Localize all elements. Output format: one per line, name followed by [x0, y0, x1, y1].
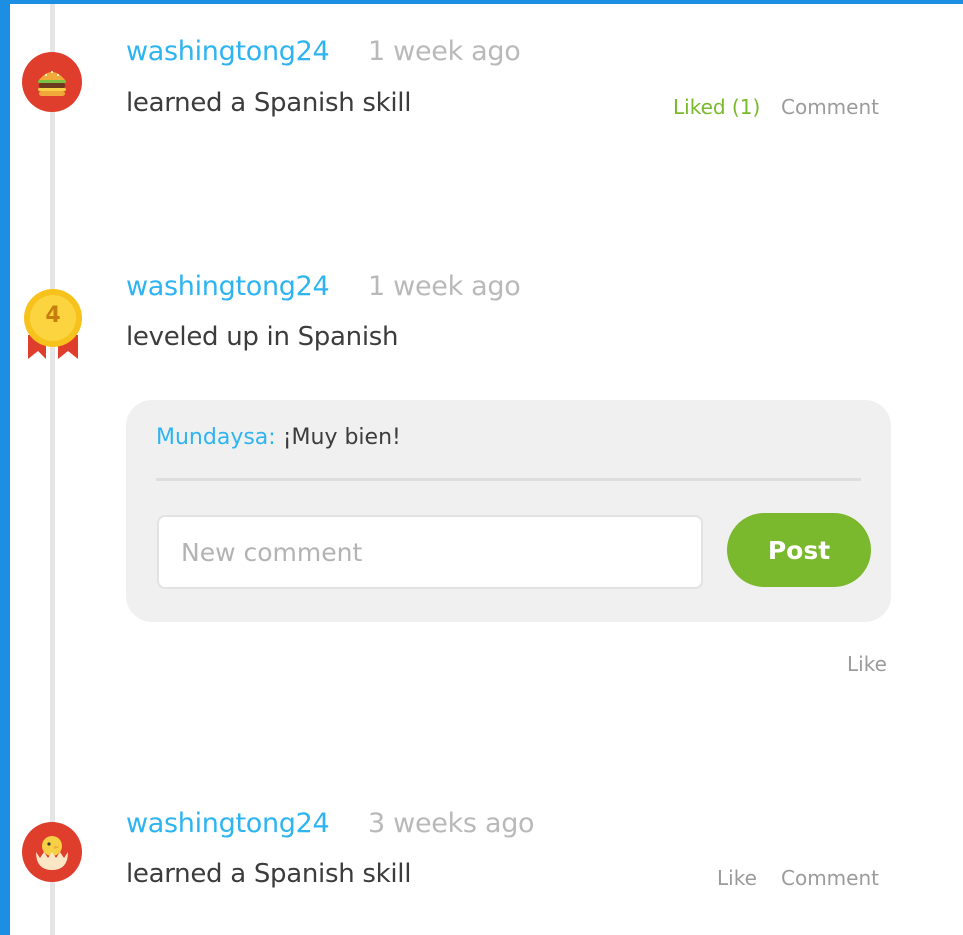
comment-divider: [156, 478, 861, 481]
username-link[interactable]: washingtong24: [126, 808, 330, 839]
level-number: 4: [45, 303, 61, 328]
hatching-chick-icon: [22, 822, 82, 882]
timestamp: 1 week ago: [368, 36, 521, 67]
activity-text: leveled up in Spanish: [126, 322, 399, 352]
liked-button[interactable]: Liked (1): [673, 95, 760, 119]
activity-text: learned a Spanish skill: [126, 859, 412, 889]
comment-text: ¡Muy bien!: [282, 425, 401, 450]
post-button[interactable]: Post: [727, 513, 871, 587]
activity-text: learned a Spanish skill: [126, 88, 412, 118]
window-top-border: [0, 0, 963, 4]
activity-feed: washingtong24 1 week ago learned a Spani…: [0, 0, 963, 935]
username-link[interactable]: washingtong24: [126, 36, 330, 67]
timestamp: 1 week ago: [368, 271, 521, 302]
comments-panel: Mundaysa: ¡Muy bien! Post: [126, 400, 891, 622]
comment: Mundaysa: ¡Muy bien!: [156, 425, 401, 450]
like-button[interactable]: Like: [847, 652, 887, 676]
window-left-border: [0, 0, 10, 935]
comment-author-link[interactable]: Mundaysa:: [156, 425, 276, 450]
comment-button[interactable]: Comment: [781, 866, 879, 890]
username-link[interactable]: washingtong24: [126, 271, 330, 302]
comment-button[interactable]: Comment: [781, 95, 879, 119]
timestamp: 3 weeks ago: [368, 808, 535, 839]
level-medal-icon: 4: [22, 285, 84, 365]
like-button[interactable]: Like: [717, 866, 757, 890]
timeline-line: [50, 4, 55, 935]
burger-icon: [22, 52, 82, 112]
new-comment-input[interactable]: [157, 515, 703, 589]
